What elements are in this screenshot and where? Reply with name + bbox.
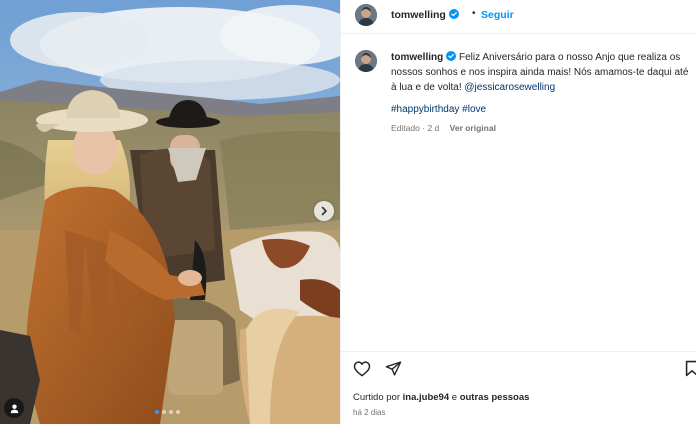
caption-meta: Editado · 2 d Ver original	[391, 123, 496, 133]
profile-photo	[355, 4, 377, 26]
tagged-users-button[interactable]	[4, 398, 24, 418]
caption-hashtags: #happybirthday #love	[391, 104, 486, 115]
verified-badge-icon	[446, 51, 457, 61]
carousel-dot	[162, 410, 166, 414]
divider	[341, 351, 696, 352]
post-caption: tomwelling Feliz Aniversário para o noss…	[391, 50, 691, 95]
edited-label: Editado	[391, 123, 420, 133]
post-timestamp[interactable]: há 2 dias	[353, 408, 385, 417]
avatar[interactable]	[355, 4, 377, 26]
likes-summary: Curtido por ina.jube94 e outras pessoas	[353, 392, 529, 403]
caption-username-text: tomwelling	[391, 52, 444, 63]
bookmark-icon	[685, 360, 696, 377]
profile-photo	[355, 50, 377, 72]
carousel-dot	[169, 410, 173, 414]
header-separator: •	[472, 8, 476, 19]
likes-prefix: Curtido por	[353, 392, 400, 403]
carousel-next-button[interactable]	[314, 201, 334, 221]
carousel-indicator	[155, 410, 180, 414]
caption-avatar[interactable]	[355, 50, 377, 72]
caption-mention-link[interactable]: @jessicarosewelling	[464, 82, 555, 93]
hashtag-link[interactable]: #happybirthday	[391, 104, 459, 115]
share-button[interactable]	[385, 360, 402, 382]
post-side-panel: tomwelling • Seguir tomwelling Feliz Ani…	[340, 0, 696, 424]
caption-username[interactable]: tomwelling	[391, 51, 457, 63]
edited-time[interactable]: 2 d	[427, 123, 439, 133]
likes-connector: e	[451, 392, 458, 403]
chevron-right-icon	[321, 206, 327, 216]
like-button[interactable]	[353, 360, 371, 382]
follow-button[interactable]: Seguir	[481, 9, 514, 21]
liked-by-user-link[interactable]: ina.jube94	[403, 392, 449, 403]
carousel-dot-active	[155, 410, 159, 414]
post-author-username[interactable]: tomwelling	[391, 9, 459, 21]
see-original-button[interactable]: Ver original	[450, 123, 496, 133]
edited-separator: ·	[422, 123, 426, 133]
carousel-dot	[176, 410, 180, 414]
user-tag-icon	[10, 403, 18, 413]
username-text: tomwelling	[391, 9, 446, 21]
post-header: tomwelling • Seguir	[341, 0, 696, 34]
paper-plane-icon	[385, 361, 402, 376]
likes-others-link[interactable]: outras pessoas	[460, 392, 530, 403]
hashtag-link[interactable]: #love	[462, 104, 486, 115]
save-button[interactable]	[685, 360, 696, 382]
photo-scene	[0, 0, 340, 424]
post-photo[interactable]	[0, 0, 340, 424]
verified-badge-icon	[448, 9, 459, 19]
heart-icon	[353, 361, 371, 377]
